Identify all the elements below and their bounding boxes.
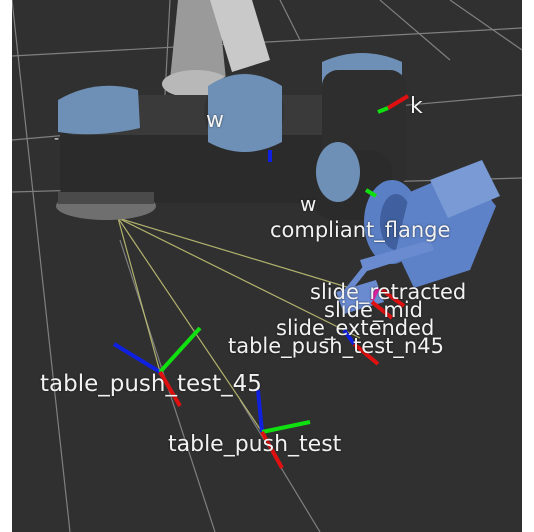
frame-label-upper-link: k [410,94,423,119]
tf-link-line [117,217,263,433]
frame-label-left-edge: - [54,131,60,147]
base-flange-ring [58,192,154,204]
frame-label-table-push-test-45: table_push_test_45 [40,371,262,397]
grid-line [449,0,522,51]
frame-label-table-push-test: table_push_test [168,432,342,457]
frame-label-wrist-upper: w [206,108,224,133]
frame-label-compliant-flange: compliant_flange [270,218,451,242]
wrist-cap [316,142,360,202]
frame-label-table-push-test-n45: table_push_test_n45 [228,334,444,358]
grid-line [279,0,301,41]
frame-label-wrist: w [300,192,317,216]
rviz-3d-viewport[interactable]: k w - w compliant_flange slide_retracted… [12,0,522,532]
y-axis [261,420,311,434]
grid-line [12,0,71,532]
y-axis [158,326,202,374]
grid-line [379,0,451,61]
left-joint-cap [58,85,140,135]
